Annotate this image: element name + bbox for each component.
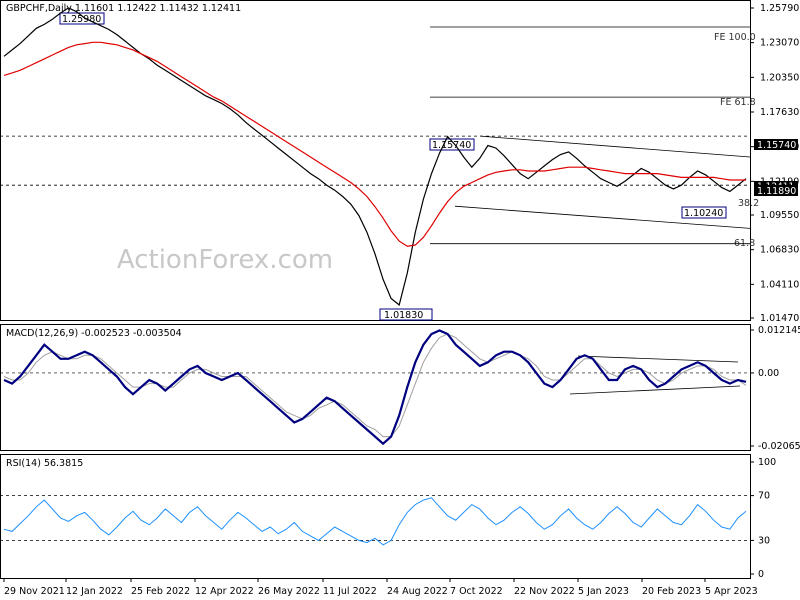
price-tick-label: 1.04110	[760, 279, 799, 290]
fe100-label: FE 100.0	[714, 32, 756, 43]
macd-title: MACD(12,26,9) -0.002523 -0.003504	[6, 328, 182, 339]
x-tick-label: 29 Nov 2021	[4, 586, 65, 597]
macd-line	[3, 329, 747, 446]
price-tick-label: 1.20350	[760, 72, 799, 83]
macd-panel-frame	[0, 324, 751, 451]
x-tick-label: 26 May 2022	[258, 586, 320, 597]
channel-line	[479, 135, 751, 158]
rsi-series	[0, 495, 750, 546]
fe618-label: FE 61.8	[720, 97, 756, 108]
rsi-tick-label: 30	[758, 535, 770, 546]
price-tick-label: 1.23070	[760, 38, 799, 49]
price-tick-label: 1.01470	[760, 313, 799, 324]
x-tick-label: 12 Jan 2022	[66, 586, 123, 597]
x-axis: 29 Nov 2021 12 Jan 2022 25 Feb 2022 12 Apr …	[3, 578, 758, 597]
rsi-tick-label: 0	[758, 569, 764, 580]
level-tag-1-1574: 1.15740	[754, 139, 798, 151]
x-tick-label: 12 Apr 2022	[195, 586, 254, 597]
x-tick-label: 7 Oct 2022	[450, 586, 503, 597]
price-panel-frame	[0, 0, 751, 321]
price-tick-label: 1.17630	[760, 107, 799, 118]
macd-series	[0, 329, 750, 446]
fib-382-label: 38.2	[738, 198, 759, 209]
price-tick-label: 1.09550	[760, 210, 799, 221]
x-tick-label: 25 Feb 2022	[131, 586, 190, 597]
x-tick-label: 11 Jul 2022	[323, 586, 377, 597]
rsi-tick-label: 70	[758, 491, 770, 502]
price-tick-label: 1.06830	[760, 245, 799, 256]
macd-channel-top	[577, 355, 739, 363]
rsi-tick-label: 100	[758, 457, 776, 468]
price-series	[0, 7, 751, 306]
macd-signal-line	[3, 333, 747, 438]
annotation-high: 1.25980	[59, 12, 105, 25]
watermark: ActionForex.com	[117, 245, 333, 275]
level-tag-1-1189: 1.11890	[754, 185, 798, 197]
symbol-header: GBPCHF,Daily 1.11601 1.12422 1.11432 1.1…	[6, 3, 241, 14]
annotation-1-1024: 1.10240	[681, 206, 727, 219]
rsi-title: RSI(14) 56.3815	[6, 458, 83, 469]
macd-axis: 0.012145 0.00 -0.020656	[750, 325, 800, 452]
chart-canvas: ActionForex.com GBPCHF,Daily 1.11601 1.1…	[0, 0, 800, 597]
svg-text:1.11890: 1.11890	[757, 186, 796, 197]
annotation-low: 1.01830	[379, 308, 433, 321]
macd-tick-label: 0.012145	[758, 325, 800, 336]
x-tick-label: 20 Feb 2023	[642, 586, 701, 597]
x-tick-label: 24 Aug 2022	[387, 586, 448, 597]
x-tick-label: 22 Nov 2022	[514, 586, 575, 597]
moving-average-line	[3, 41, 746, 247]
rsi-axis: 100 70 30 0	[750, 457, 776, 580]
x-tick-label: 5 Jan 2023	[578, 586, 629, 597]
rsi-line	[3, 497, 747, 546]
macd-tick-label: -0.020656	[758, 441, 800, 452]
svg-text:1.15740: 1.15740	[757, 140, 796, 151]
svg-text:1.10240: 1.10240	[684, 208, 723, 219]
svg-text:1.01830: 1.01830	[384, 310, 423, 321]
price-line	[3, 7, 747, 306]
x-tick-label: 5 Apr 2023	[705, 586, 758, 597]
price-axis: 1.257901.230701.203501.176301.149101.121…	[750, 3, 799, 324]
price-tick-label: 1.25790	[760, 3, 799, 14]
macd-channel-bottom	[569, 385, 741, 395]
rsi-panel-frame	[0, 454, 751, 579]
macd-tick-label: 0.00	[758, 368, 779, 379]
